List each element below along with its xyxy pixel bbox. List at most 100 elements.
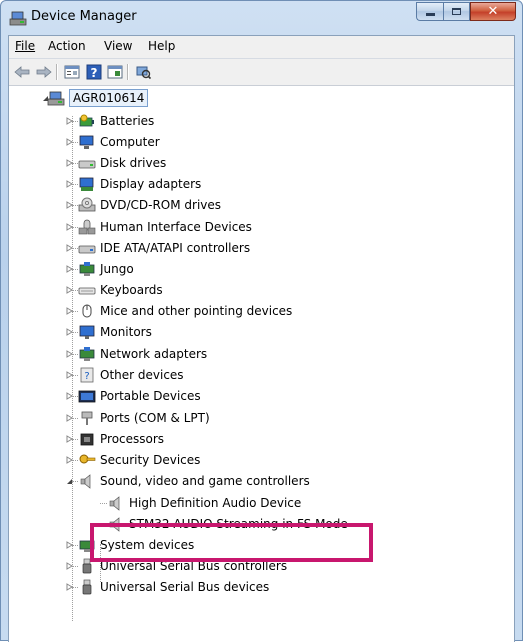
expand-triangle-icon[interactable] [65, 541, 73, 549]
menu-help[interactable]: Help [148, 39, 175, 53]
properties-button[interactable] [63, 63, 81, 81]
device-tree[interactable]: AGR010614 Batteries Computer Disk drives Di… [9, 86, 514, 643]
tree-category-item[interactable]: System devices [66, 535, 194, 555]
expand-triangle-icon[interactable] [65, 350, 73, 358]
tree-item-label: High Definition Audio Device [129, 496, 302, 510]
expand-triangle-icon[interactable] [65, 244, 73, 252]
security-device-icon [79, 454, 96, 464]
mouse-icon [82, 304, 92, 318]
tree-category-item[interactable]: Universal Serial Bus controllers [66, 556, 288, 576]
tree-category-item[interactable]: Security Devices [66, 450, 200, 470]
expand-triangle-icon[interactable] [65, 562, 73, 570]
tree-item-label: Ports (COM & LPT) [100, 411, 210, 425]
minimize-icon [425, 13, 435, 16]
tree-category-item[interactable]: Processors [66, 429, 164, 449]
tree-category-item[interactable]: Display adapters [66, 174, 201, 194]
tree-category-item[interactable]: Portable Devices [66, 386, 201, 406]
back-button[interactable] [13, 63, 31, 81]
menu-view[interactable]: View [104, 39, 132, 53]
maximize-button[interactable] [443, 2, 470, 21]
scan-hardware-button[interactable] [134, 63, 152, 81]
collapse-triangle-icon[interactable] [41, 94, 49, 102]
tree-category-item[interactable]: Sound, video and game controllers [66, 471, 310, 491]
properties-icon [64, 65, 80, 79]
expand-triangle-icon[interactable] [65, 371, 73, 379]
tree-category-item[interactable]: Disk drives [66, 153, 166, 173]
tree-item-label: Keyboards [100, 283, 163, 297]
tree-item-label: IDE ATA/ATAPI controllers [100, 241, 251, 255]
back-arrow-icon [14, 66, 30, 78]
menu-view-label: View [104, 39, 133, 53]
forward-arrow-icon [36, 66, 52, 78]
minimize-button[interactable] [416, 2, 443, 21]
collapse-triangle-icon[interactable] [65, 477, 73, 485]
tree-category-item[interactable]: Keyboards [66, 280, 163, 300]
forward-button[interactable] [35, 63, 53, 81]
tree-item-label: Portable Devices [100, 389, 201, 403]
ide-controller-icon [78, 245, 96, 254]
tree-item-label: Monitors [100, 325, 152, 339]
update-driver-button[interactable] [106, 63, 124, 81]
menu-file[interactable]: File [15, 39, 35, 53]
tree-device-item[interactable]: High Definition Audio Device [107, 493, 301, 513]
expand-triangle-icon[interactable] [65, 307, 73, 315]
close-button[interactable]: ✕ [470, 2, 516, 21]
expand-triangle-icon[interactable] [65, 180, 73, 188]
computer-root-icon [47, 91, 65, 106]
expand-triangle-icon[interactable] [65, 414, 73, 422]
tree-item-label: Jungo [100, 262, 134, 276]
usb-icon [82, 558, 92, 574]
update-driver-icon [107, 65, 123, 79]
tree-category-item[interactable]: Human Interface Devices [66, 217, 252, 237]
toolbar-separator [56, 64, 58, 80]
tree-item-label: Human Interface Devices [100, 220, 252, 234]
tree-category-item[interactable]: ? Other devices [66, 365, 184, 385]
tree-item-label: Computer [100, 135, 160, 149]
menu-action-label: Action [48, 39, 86, 53]
expand-triangle-icon[interactable] [65, 138, 73, 146]
expand-triangle-icon[interactable] [65, 328, 73, 336]
speaker-icon [109, 496, 120, 511]
expand-triangle-icon[interactable] [65, 223, 73, 231]
tree-root[interactable]: AGR010614 [42, 88, 149, 108]
expand-triangle-icon[interactable] [65, 265, 73, 273]
maximize-icon [452, 8, 461, 15]
tree-category-item[interactable]: Batteries [66, 111, 154, 131]
expand-triangle-icon[interactable] [65, 286, 73, 294]
expand-triangle-icon[interactable] [65, 117, 73, 125]
monitor-icon [79, 325, 95, 339]
expand-triangle-icon[interactable] [65, 392, 73, 400]
tree-category-item[interactable]: Mice and other pointing devices [66, 301, 292, 321]
device-manager-window: Device Manager ✕ File Action View Help ?… [0, 0, 523, 643]
tree-category-item[interactable]: Monitors [66, 322, 152, 342]
tree-category-item[interactable]: Ports (COM & LPT) [66, 408, 210, 428]
tree-category-item[interactable]: Computer [66, 132, 160, 152]
network-adapter-icon [79, 347, 95, 361]
svg-text:?: ? [84, 371, 89, 382]
tree-item-label: Network adapters [100, 347, 208, 361]
tree-category-item[interactable]: Jungo [66, 259, 134, 279]
help-button[interactable]: ? [85, 63, 103, 81]
speaker-icon [109, 517, 120, 532]
tree-device-item[interactable]: STM32 AUDIO Streaming in FS Mode [107, 514, 348, 534]
scan-hardware-icon [136, 66, 151, 80]
tree-item-label: DVD/CD-ROM drives [100, 198, 222, 212]
tree-item-label: STM32 AUDIO Streaming in FS Mode [129, 517, 348, 531]
computer-icon [79, 135, 94, 149]
expand-triangle-icon[interactable] [65, 435, 73, 443]
title-bar[interactable]: Device Manager ✕ [1, 1, 522, 35]
expand-triangle-icon[interactable] [65, 159, 73, 167]
display-adapter-icon [79, 177, 94, 191]
tree-category-item[interactable]: Universal Serial Bus devices [66, 577, 269, 597]
tree-category-item[interactable]: DVD/CD-ROM drives [66, 195, 222, 215]
expand-triangle-icon[interactable] [65, 583, 73, 591]
tree-item-label: Universal Serial Bus controllers [100, 559, 288, 573]
expand-triangle-icon[interactable] [65, 201, 73, 209]
tree-category-item[interactable]: Network adapters [66, 344, 208, 364]
root-label: AGR010614 [69, 89, 149, 107]
expand-triangle-icon[interactable] [65, 456, 73, 464]
menu-action[interactable]: Action [48, 39, 86, 53]
tree-category-item[interactable]: IDE ATA/ATAPI controllers [66, 238, 251, 258]
hid-icon [78, 219, 96, 235]
toolbar: ? [9, 59, 514, 86]
